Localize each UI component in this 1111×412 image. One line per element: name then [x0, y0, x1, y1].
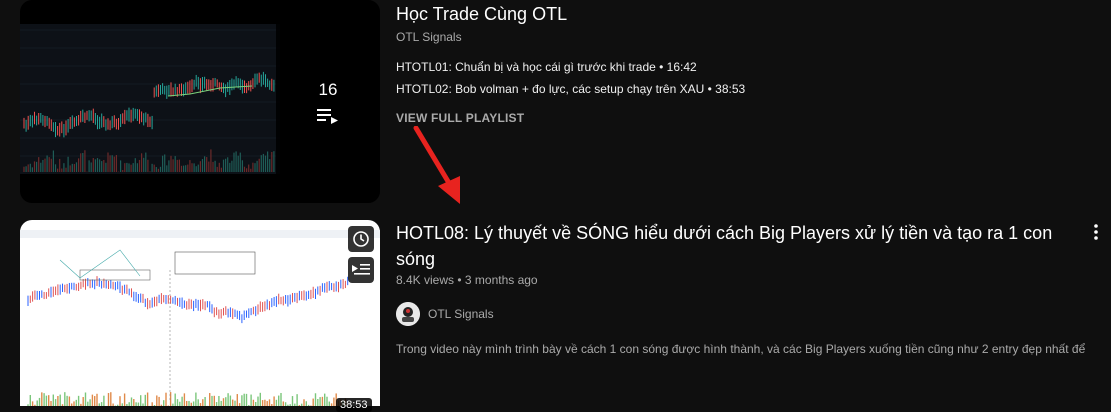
playlist-item[interactable]: HTOTL02: Bob volman + đo lực, các setup … — [396, 82, 745, 96]
playlist-channel[interactable]: OTL Signals — [396, 30, 462, 44]
red-arrow-annotation — [412, 126, 472, 206]
playlist-item[interactable]: HTOTL01: Chuẩn bị và học cái gì trước kh… — [396, 60, 697, 74]
clock-icon — [352, 230, 370, 248]
avatar-image — [396, 302, 420, 326]
video-duration: 38:53 — [336, 398, 372, 412]
video-chart-image — [20, 230, 380, 406]
channel-avatar[interactable] — [396, 302, 420, 326]
video-thumbnail[interactable] — [20, 220, 380, 406]
video-title[interactable]: HOTL08: Lý thuyết về SÓNG hiểu dưới cách… — [396, 220, 1056, 272]
video-description: Trong video này mình trình bày về cách 1… — [396, 342, 1088, 356]
more-vert-icon[interactable] — [1091, 222, 1101, 242]
playlist-video-count: 16 — [319, 80, 338, 100]
add-to-queue-button[interactable] — [348, 257, 374, 283]
playlist-chart-image — [20, 24, 280, 174]
video-meta: 8.4K views • 3 months ago — [396, 273, 538, 287]
playlist-thumbnail[interactable]: 16 — [20, 0, 380, 203]
view-full-playlist-link[interactable]: VIEW FULL PLAYLIST — [396, 111, 524, 125]
add-to-queue-icon — [352, 262, 370, 278]
playlist-title[interactable]: Học Trade Cùng OTL — [396, 4, 567, 25]
playlist-icon — [317, 108, 339, 124]
video-channel-name[interactable]: OTL Signals — [428, 307, 494, 321]
watch-later-button[interactable] — [348, 226, 374, 252]
playlist-count-overlay: 16 — [276, 0, 380, 203]
